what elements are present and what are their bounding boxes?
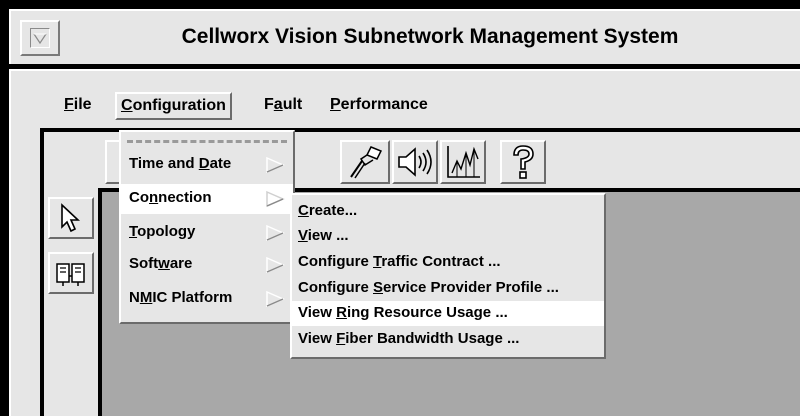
menu-item-time-and-date[interactable]: Time and Date (121, 150, 293, 180)
mnemonic: F (336, 330, 346, 347)
connector-icon (350, 146, 383, 179)
menu-item-label: iber Bandwidth Usage ... (345, 330, 520, 347)
menu-performance[interactable]: Performance (326, 92, 432, 120)
select-tool-button[interactable] (48, 197, 94, 239)
menu-item-label: ervice Provider Profile ... (383, 279, 559, 296)
mnemonic: D (198, 155, 210, 172)
help-button[interactable] (500, 140, 546, 184)
menu-item-label: View (298, 304, 337, 321)
menu-item-label: View (298, 330, 337, 347)
menu-fault[interactable]: Fault (260, 92, 306, 120)
cascade-arrow-icon (266, 224, 285, 242)
window-title: Cellworx Vision Subnetwork Management Sy… (181, 25, 679, 48)
cascade-arrow-icon (266, 190, 285, 208)
menu-item-label: are (169, 255, 193, 272)
network-elements-button[interactable] (48, 252, 94, 294)
menu-item-label: Soft (129, 255, 159, 272)
menu-item-label: Time and (129, 155, 199, 172)
window-menu-icon (30, 28, 50, 48)
menu-item-connection[interactable]: Connection (121, 184, 293, 214)
mnemonic: M (139, 289, 153, 306)
help-icon (513, 145, 534, 179)
menu-item-label: Configure (298, 279, 373, 296)
mnemonic: C (298, 202, 309, 219)
speaker-button[interactable] (392, 140, 438, 184)
performance-button[interactable] (440, 140, 486, 184)
mnemonic: V (298, 227, 308, 244)
mnemonic: F (64, 96, 74, 113)
mnemonic: w (158, 255, 170, 272)
configuration-menu: Time and Date Connection Topology Softwa… (119, 130, 295, 324)
menu-item-label: iew ... (307, 227, 349, 244)
menu-label: ult (282, 96, 303, 113)
menu-item-label: Co (129, 189, 149, 206)
menu-item-topology[interactable]: Topology (121, 218, 293, 248)
submenu-item-view-ring-resource-usage[interactable]: View Ring Resource Usage ... (292, 301, 604, 326)
submenu-item-configure-traffic-contract[interactable]: Configure Traffic Contract ... (292, 250, 604, 275)
menu-item-label: reate... (308, 202, 358, 219)
cascade-arrow-icon (266, 290, 285, 308)
cascade-arrow-icon (266, 256, 285, 274)
mnemonic: C (121, 97, 133, 114)
submenu-item-view[interactable]: View ... (292, 224, 604, 249)
mnemonic: T (129, 223, 138, 240)
menu-item-label: N (129, 289, 140, 306)
menu-label: onfiguration (132, 97, 226, 114)
menu-configuration[interactable]: Configuration (115, 92, 232, 120)
menu-item-label: ate (209, 155, 232, 172)
performance-chart-icon (447, 146, 480, 178)
menu-item-label: Configure (298, 253, 373, 270)
menu-item-label: raffic Contract ... (381, 253, 501, 270)
mnemonic: P (330, 96, 341, 113)
submenu-item-view-fiber-bandwidth-usage[interactable]: View Fiber Bandwidth Usage ... (292, 327, 604, 352)
select-arrow-icon (61, 203, 81, 233)
menu-label: erformance (340, 96, 428, 113)
menu-item-label: IC Platform (152, 289, 233, 306)
connector-button[interactable] (340, 140, 390, 184)
mnemonic: S (373, 279, 384, 296)
submenu-item-create[interactable]: Create... (292, 199, 604, 224)
menu-file[interactable]: File (60, 92, 96, 120)
menu-item-nmic-platform[interactable]: NMIC Platform (121, 284, 293, 314)
network-elements-icon (56, 263, 85, 286)
window-menu-button[interactable] (20, 20, 60, 56)
mnemonic: a (273, 96, 283, 113)
mnemonic: n (149, 189, 159, 206)
menu-item-software[interactable]: Software (121, 250, 293, 280)
tear-off-line[interactable] (127, 140, 287, 143)
menu-item-label: ing Resource Usage ... (346, 304, 508, 321)
speaker-icon (398, 147, 432, 177)
menu-item-label: opology (137, 223, 196, 240)
cascade-arrow-icon (266, 156, 285, 174)
menu-label: ile (73, 96, 92, 113)
connection-submenu: Create... View ... Configure Traffic Con… (290, 193, 606, 359)
menu-label: F (264, 96, 274, 113)
mnemonic: R (336, 304, 347, 321)
menu-item-label: nection (158, 189, 212, 206)
submenu-item-configure-service-provider-profile[interactable]: Configure Service Provider Profile ... (292, 276, 604, 301)
